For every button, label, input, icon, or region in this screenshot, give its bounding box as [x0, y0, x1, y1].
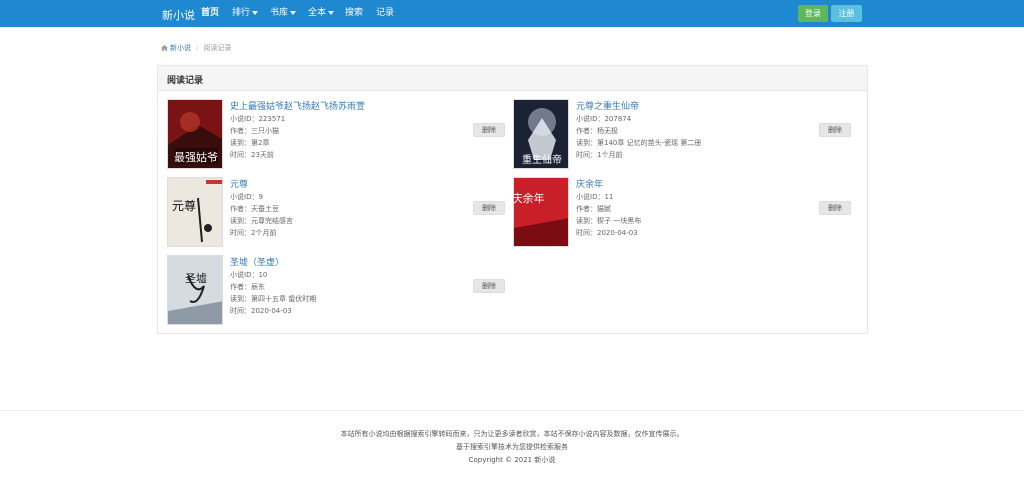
delete-button[interactable]: 删除: [819, 201, 851, 215]
book-entry: 圣墟 圣墟（圣虚） 小说ID：10 作者：辰东 读到：第四十五章 蛰伏时期 时间…: [167, 255, 512, 327]
nav-complete-label: 全本: [308, 8, 327, 18]
cover-title-text: 最强姑爷: [174, 150, 218, 164]
book-author: 作者：猫腻: [576, 205, 611, 213]
footer-service-note: 基于搜索引擎技术为您提供检索服务: [456, 443, 568, 451]
cover-title-text: 庆余年: [514, 191, 545, 205]
top-navbar: 新小说 首页 排行 书库 全本 搜索 记录 登录 注册: [0, 0, 1024, 27]
book-time: 时间：2020-04-03: [230, 307, 292, 315]
footer-disclaimer: 本站所有小说均由根据搜索引擎转码而来，只为让更多读者欣赏，本站不保存小说内容及数…: [340, 430, 684, 438]
delete-button[interactable]: 删除: [819, 123, 851, 137]
book-author: 作者：天蚕土豆: [230, 205, 279, 213]
login-button[interactable]: 登录: [798, 5, 828, 22]
book-cover[interactable]: 最强姑爷: [167, 99, 223, 169]
book-entry: 元尊 元尊 小说ID：9 作者：天蚕土豆 读到：元尊完结感言 时间：2个月前 删…: [167, 177, 512, 249]
chevron-down-icon: [290, 10, 297, 15]
book-id: 小说ID：10: [230, 271, 268, 279]
nav-ranking[interactable]: 排行: [232, 8, 259, 21]
book-last-read[interactable]: 读到：第140章 记忆的苗头-瓷瑶 第二册: [576, 138, 701, 148]
book-author: 作者：三只小猫: [230, 127, 279, 135]
book-id: 小说ID：207874: [576, 115, 632, 123]
nav-library[interactable]: 书库: [270, 8, 297, 21]
breadcrumb-current: 阅读记录: [203, 44, 232, 52]
footer-copyright: Copyright © 2021 新小说: [468, 456, 556, 464]
nav-ranking-label: 排行: [232, 8, 251, 18]
nav-history[interactable]: 记录: [376, 8, 394, 21]
footer-divider: [0, 410, 1024, 411]
book-last-read[interactable]: 读到：楔子 一块黑布: [576, 216, 641, 226]
book-last-read[interactable]: 读到：元尊完结感言: [230, 216, 293, 226]
book-title-link[interactable]: 元尊之重生仙帝: [576, 99, 639, 112]
panel-header: 阅读记录: [158, 66, 867, 91]
book-time: 时间：1个月前: [576, 151, 623, 159]
book-id: 小说ID：9: [230, 193, 263, 201]
brand-logo[interactable]: 新小说: [162, 7, 195, 23]
book-cover[interactable]: 元尊: [167, 177, 223, 247]
breadcrumb-separator: /: [196, 44, 199, 52]
breadcrumb: 新小说 / 阅读记录: [161, 43, 231, 53]
book-entry: 庆余年 庆余年 小说ID：11 作者：猫腻 读到：楔子 一块黑布 时间：2020…: [513, 177, 858, 249]
register-button[interactable]: 注册: [831, 5, 862, 22]
delete-button[interactable]: 删除: [473, 279, 505, 293]
book-author: 作者：辰东: [230, 283, 265, 291]
book-title-link[interactable]: 史上最强姑爷赵飞扬赵飞扬苏雨萱: [230, 99, 365, 112]
chevron-down-icon: [328, 10, 335, 15]
chevron-down-icon: [252, 10, 259, 15]
book-time: 时间：2个月前: [230, 229, 277, 237]
home-icon: [161, 45, 168, 51]
cover-title-text: 元尊: [172, 198, 196, 213]
book-entry: 最强姑爷 史上最强姑爷赵飞扬赵飞扬苏雨萱 小说ID：223571 作者：三只小猫…: [167, 99, 512, 171]
book-title-link[interactable]: 元尊: [230, 177, 248, 190]
book-cover[interactable]: 重生仙帝: [513, 99, 569, 169]
book-title-link[interactable]: 圣墟（圣虚）: [230, 255, 284, 268]
book-cover[interactable]: 圣墟: [167, 255, 223, 325]
book-time: 时间：23天前: [230, 151, 274, 159]
book-last-read[interactable]: 读到：第2章: [230, 138, 269, 148]
nav-search[interactable]: 搜索: [345, 8, 363, 21]
cover-title-text: 重生仙帝: [522, 153, 562, 166]
book-author: 作者：杨无极: [576, 127, 618, 135]
nav-home[interactable]: 首页: [201, 8, 219, 21]
panel-title: 阅读记录: [167, 76, 204, 86]
book-title-link[interactable]: 庆余年: [576, 177, 603, 190]
book-entry: 重生仙帝 元尊之重生仙帝 小说ID：207874 作者：杨无极 读到：第140章…: [513, 99, 858, 171]
cover-title-text: 圣墟: [185, 272, 207, 285]
reading-history-panel: 阅读记录 最强姑爷 史上最强姑爷赵飞扬赵飞扬苏雨萱 小说ID：223571 作者…: [157, 65, 868, 334]
book-id: 小说ID：223571: [230, 115, 286, 123]
book-id: 小说ID：11: [576, 193, 614, 201]
delete-button[interactable]: 删除: [473, 123, 505, 137]
book-time: 时间：2020-04-03: [576, 229, 638, 237]
nav-complete[interactable]: 全本: [308, 8, 335, 21]
book-last-read[interactable]: 读到：第四十五章 蛰伏时期: [230, 294, 316, 304]
book-cover[interactable]: 庆余年: [513, 177, 569, 247]
breadcrumb-home-link[interactable]: 新小说: [170, 44, 191, 52]
delete-button[interactable]: 删除: [473, 201, 505, 215]
nav-library-label: 书库: [270, 8, 289, 18]
